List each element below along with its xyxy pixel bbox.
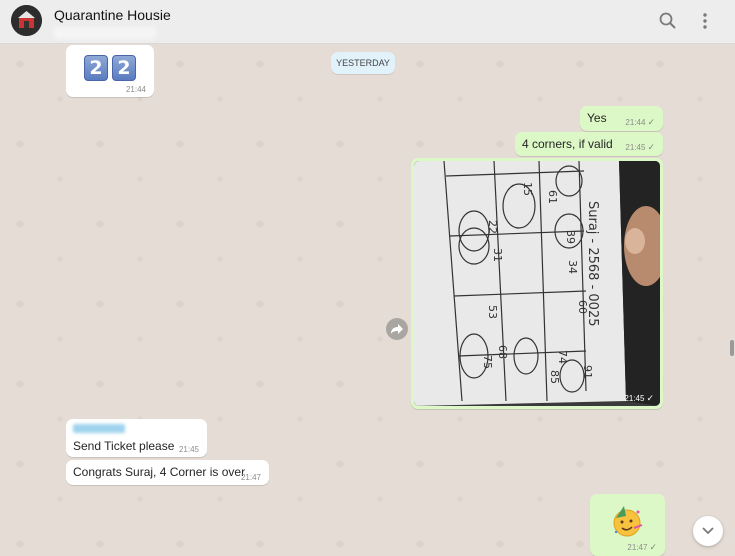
chat-subtitle: [54, 27, 156, 39]
message-image-out[interactable]: 15 22 31 61 39 34 53 68 75 74 85 91 60 S…: [411, 158, 663, 409]
chevron-down-icon: [702, 527, 714, 535]
svg-text:31: 31: [491, 248, 504, 262]
svg-text:85: 85: [548, 370, 561, 384]
svg-text:91: 91: [581, 365, 594, 379]
sent-tick-icon: ✓: [647, 117, 655, 127]
message-list[interactable]: 22 21:44 YESTERDAY Yes 21:44 ✓ 4 corners,…: [0, 44, 735, 556]
message-emoji-in[interactable]: 22 21:44: [66, 45, 154, 97]
message-text: 4 corners, if valid: [522, 137, 613, 151]
chat-header: Quarantine Housie: [0, 0, 735, 44]
message-in[interactable]: Congrats Suraj, 4 Corner is over 21:47: [66, 460, 269, 485]
svg-text:15: 15: [521, 182, 534, 196]
date-divider: YESTERDAY: [331, 52, 395, 74]
menu-icon[interactable]: [695, 11, 715, 31]
group-avatar[interactable]: [11, 5, 42, 36]
svg-text:53: 53: [486, 305, 499, 319]
message-time: 21:45: [178, 445, 199, 454]
svg-text:75: 75: [481, 355, 494, 369]
search-icon[interactable]: [658, 11, 678, 31]
svg-text:22: 22: [486, 220, 499, 234]
partying-face-icon: [610, 504, 644, 541]
message-time: 21:44: [125, 85, 146, 94]
forward-icon[interactable]: [386, 318, 408, 340]
chat-title[interactable]: Quarantine Housie: [54, 7, 171, 23]
svg-text:Suraj - 2568 - 0025: Suraj - 2568 - 0025: [585, 201, 600, 327]
keycap-2-emoji: 2: [112, 55, 136, 81]
message-in[interactable]: Send Ticket please 21:45: [66, 419, 207, 457]
sender-name: [73, 424, 125, 433]
sent-tick-icon: ✓: [649, 542, 657, 552]
scrollbar-thumb[interactable]: [730, 340, 734, 356]
message-time: 21:45 ✓: [625, 142, 655, 152]
message-text: Send Ticket please: [73, 439, 175, 453]
scrollbar[interactable]: [729, 44, 735, 556]
svg-text:74: 74: [556, 350, 569, 364]
svg-text:61: 61: [546, 190, 559, 204]
message-emoji-out[interactable]: 21:47 ✓: [590, 494, 665, 556]
message-time: 21:45 ✓: [624, 393, 654, 403]
svg-text:34: 34: [566, 260, 579, 274]
scroll-to-bottom-button[interactable]: [693, 516, 723, 546]
ticket-photo[interactable]: 15 22 31 61 39 34 53 68 75 74 85 91 60 S…: [414, 161, 660, 406]
message-time: 21:47: [240, 473, 261, 482]
svg-text:39: 39: [564, 230, 577, 244]
message-time: 21:47 ✓: [627, 542, 657, 552]
message-out[interactable]: Yes 21:44 ✓: [580, 106, 663, 131]
sent-tick-icon: ✓: [647, 142, 655, 152]
message-time: 21:44 ✓: [625, 117, 655, 127]
sent-tick-icon: ✓: [646, 393, 654, 403]
svg-text:68: 68: [496, 345, 509, 359]
message-out[interactable]: 4 corners, if valid 21:45 ✓: [515, 132, 663, 156]
keycap-2-emoji: 2: [84, 55, 108, 81]
message-text: Yes: [587, 111, 607, 125]
message-text: Congrats Suraj, 4 Corner is over: [73, 465, 246, 479]
